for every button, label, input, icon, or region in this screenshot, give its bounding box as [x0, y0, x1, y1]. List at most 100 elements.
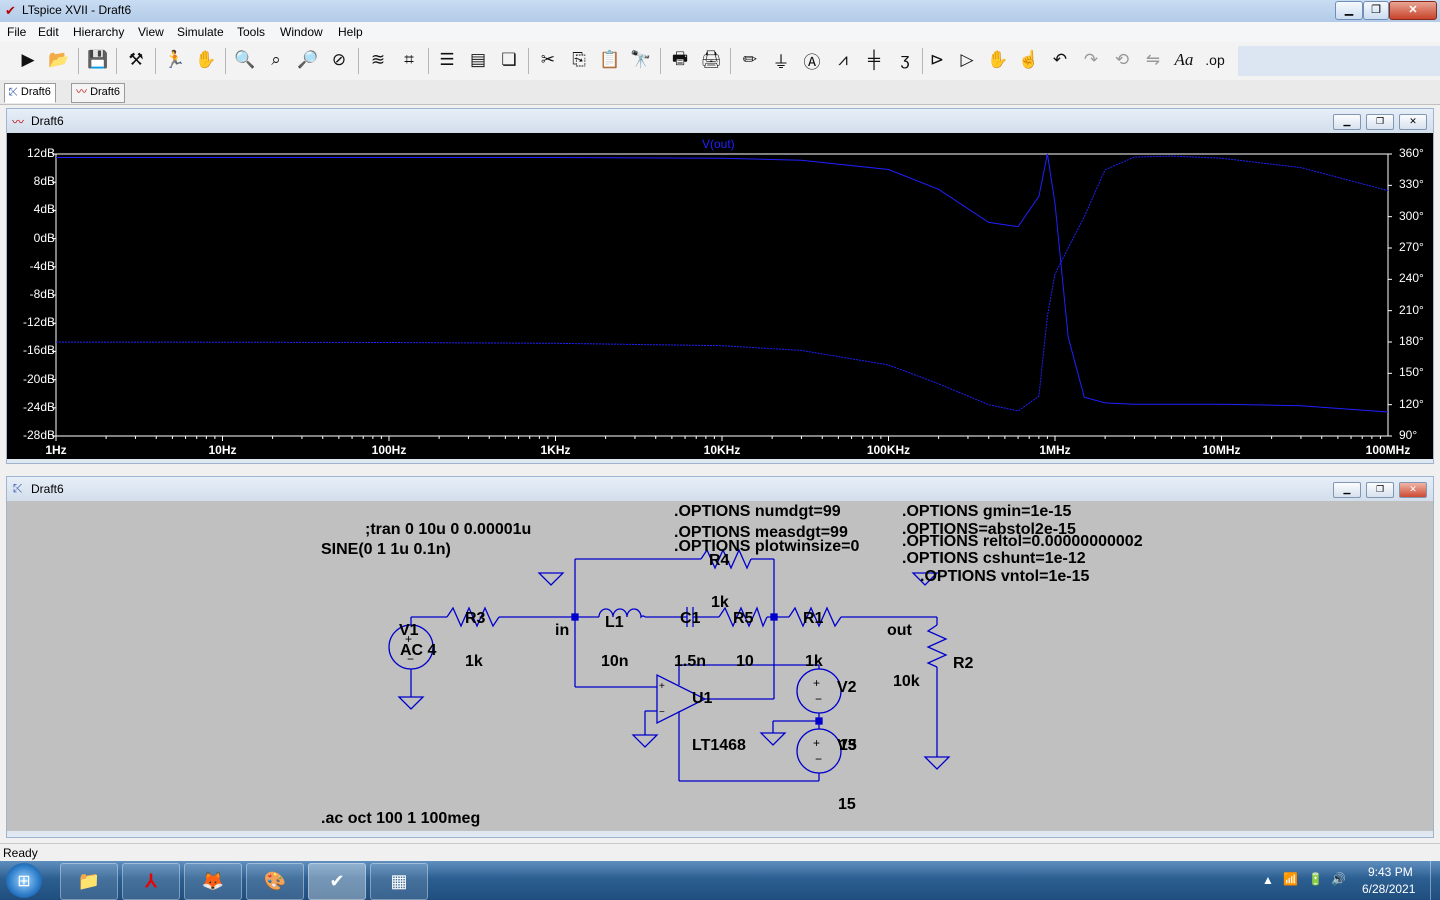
tab-schematic[interactable]: ⤪ Draft6 [4, 83, 56, 103]
options-reltol[interactable]: .OPTIONS reltol=0.00000000002 [902, 533, 1143, 551]
l1-name[interactable]: L1 [605, 614, 624, 632]
autorange-icon[interactable]: ≋ [366, 48, 390, 72]
firefox-icon[interactable]: 🦊 [184, 863, 242, 900]
options-numdgt[interactable]: .OPTIONS numdgt=99 [674, 503, 841, 521]
waveform-restore-button[interactable]: ❐ [1366, 114, 1394, 130]
file-explorer-icon[interactable]: 📁 [60, 863, 118, 900]
open-icon[interactable]: 📂 [47, 48, 71, 72]
tile-vertical-icon[interactable]: ▤ [466, 48, 490, 72]
schematic-close-button[interactable]: ✕ [1399, 482, 1427, 498]
paste-icon[interactable]: 📋 [598, 48, 622, 72]
rotate-icon[interactable]: ⟲ [1110, 48, 1134, 72]
clock-date[interactable]: 6/28/2021 [1362, 882, 1415, 896]
component-icon[interactable]: ▷ [955, 48, 979, 72]
r2-name[interactable]: R2 [953, 655, 973, 673]
capacitor-icon[interactable]: ╪ [862, 48, 886, 72]
battery-icon[interactable]: 🔋 [1308, 872, 1323, 886]
v2-value[interactable]: 15 [839, 737, 857, 755]
cut-icon[interactable]: ✂ [536, 48, 560, 72]
draw-wire-icon[interactable]: ✏ [738, 48, 762, 72]
r4-name[interactable]: R4 [709, 552, 729, 570]
schematic-canvas[interactable]: + − + − + − + − ;tran 0 10u 0 0.00001u SINE(… [7, 501, 1433, 831]
u1-part[interactable]: LT1468 [692, 737, 746, 755]
r1-value[interactable]: 1k [805, 653, 823, 671]
clock-time[interactable]: 9:43 PM [1368, 865, 1413, 879]
pan-icon[interactable]: ✋ [194, 48, 218, 72]
ac-directive[interactable]: .ac oct 100 1 100meg [321, 810, 480, 828]
r2-value[interactable]: 10k [893, 673, 920, 691]
minimize-button[interactable]: ▁ [1335, 1, 1363, 20]
waveform-plot[interactable]: V(out) 12dB 8dB 4dB 0dB -4dB -8dB -12dB -16dB -2… [7, 133, 1433, 459]
v2-name[interactable]: V2 [837, 679, 857, 697]
v1-name[interactable]: V1 [399, 622, 419, 640]
r3-value[interactable]: 1k [465, 653, 483, 671]
ltspice-icon[interactable]: ✔ [308, 863, 366, 900]
cascade-icon[interactable]: ❏ [497, 48, 521, 72]
menu-view[interactable]: View [138, 25, 164, 39]
copy-icon[interactable]: ⎘ [567, 48, 591, 72]
halt-icon[interactable]: 🏃 [163, 48, 187, 72]
drag-icon[interactable]: ☝ [1017, 48, 1041, 72]
r3-name[interactable]: R3 [465, 610, 485, 628]
pdf-reader-icon[interactable]: ⅄ [122, 863, 180, 900]
zoom-area-icon[interactable]: ⌕ [264, 48, 288, 72]
v1-value[interactable]: AC 4 [400, 642, 436, 660]
sine-source-text[interactable]: SINE(0 1 1u 0.1n) [321, 541, 451, 559]
start-orb[interactable]: ⊞ [6, 863, 42, 898]
ground-icon[interactable]: ⏚ [769, 48, 793, 72]
zoom-cancel-icon[interactable]: ⊘ [327, 48, 351, 72]
options-vntol[interactable]: .OPTIONS vntol=1e-15 [920, 568, 1089, 586]
print-icon[interactable]: 🖶 [668, 48, 692, 72]
net-label-in[interactable]: in [555, 622, 569, 640]
find-icon[interactable]: 🔭 [629, 48, 653, 72]
options-cshunt[interactable]: .OPTIONS cshunt=1e-12 [902, 550, 1086, 568]
r1-name[interactable]: R1 [803, 610, 823, 628]
r4-value[interactable]: 1k [711, 594, 729, 612]
waveform-minimize-button[interactable]: ▁ [1333, 114, 1361, 130]
print-preview-icon[interactable]: 🖨 [699, 48, 723, 72]
resistor-icon[interactable]: ⩘ [831, 48, 855, 72]
net-label-out[interactable]: out [887, 622, 912, 640]
volume-icon[interactable]: 🔊 [1331, 872, 1346, 886]
control-panel-icon[interactable]: ⚒ [124, 48, 148, 72]
show-hidden-icons[interactable]: ▲ [1262, 873, 1274, 887]
menu-help[interactable]: Help [338, 25, 363, 39]
menu-edit[interactable]: Edit [38, 25, 59, 39]
diode-icon[interactable]: ⊳ [925, 48, 949, 72]
options-gmin[interactable]: .OPTIONS gmin=1e-15 [902, 503, 1071, 521]
menu-simulate[interactable]: Simulate [177, 25, 224, 39]
mirror-icon[interactable]: ⇋ [1141, 48, 1165, 72]
u1-name[interactable]: U1 [692, 690, 712, 708]
schematic-restore-button[interactable]: ❐ [1366, 482, 1394, 498]
close-button[interactable]: ✕ [1389, 1, 1437, 20]
r5-name[interactable]: R5 [733, 610, 753, 628]
tab-waveform[interactable]: 〰 Draft6 [71, 83, 126, 103]
menu-window[interactable]: Window [280, 25, 323, 39]
tran-directive[interactable]: ;tran 0 10u 0 0.00001u [365, 521, 531, 539]
redo-icon[interactable]: ↷ [1079, 48, 1103, 72]
spice-directive-icon[interactable]: .op [1203, 48, 1227, 72]
network-icon[interactable]: 📶 [1283, 872, 1298, 886]
schematic-minimize-button[interactable]: ▁ [1333, 482, 1361, 498]
mark-icon[interactable]: ⌗ [397, 48, 421, 72]
paint-icon[interactable]: 🎨 [246, 863, 304, 900]
maximize-button[interactable]: ❐ [1363, 1, 1389, 20]
c1-name[interactable]: C1 [680, 610, 700, 628]
zoom-out-icon[interactable]: 🔎 [296, 48, 320, 72]
menu-hierarchy[interactable]: Hierarchy [73, 25, 124, 39]
options-plotwinsize[interactable]: .OPTIONS plotwinsize=0 [674, 538, 859, 556]
calculator-icon[interactable]: ▦ [370, 863, 428, 900]
menu-tools[interactable]: Tools [237, 25, 265, 39]
c1-value[interactable]: 1.5n [674, 653, 706, 671]
menu-file[interactable]: File [7, 25, 26, 39]
show-desktop-button[interactable] [1430, 861, 1440, 900]
r5-value[interactable]: 10 [736, 653, 754, 671]
inductor-icon[interactable]: ʒ [893, 48, 917, 72]
save-icon[interactable]: 💾 [86, 48, 110, 72]
text-icon[interactable]: Aa [1172, 48, 1196, 72]
zoom-in-icon[interactable]: 🔍 [233, 48, 257, 72]
waveform-close-button[interactable]: ✕ [1399, 114, 1427, 130]
move-icon[interactable]: ✋ [986, 48, 1010, 72]
run-icon[interactable]: ▶ [16, 48, 40, 72]
l1-value[interactable]: 10n [601, 653, 629, 671]
